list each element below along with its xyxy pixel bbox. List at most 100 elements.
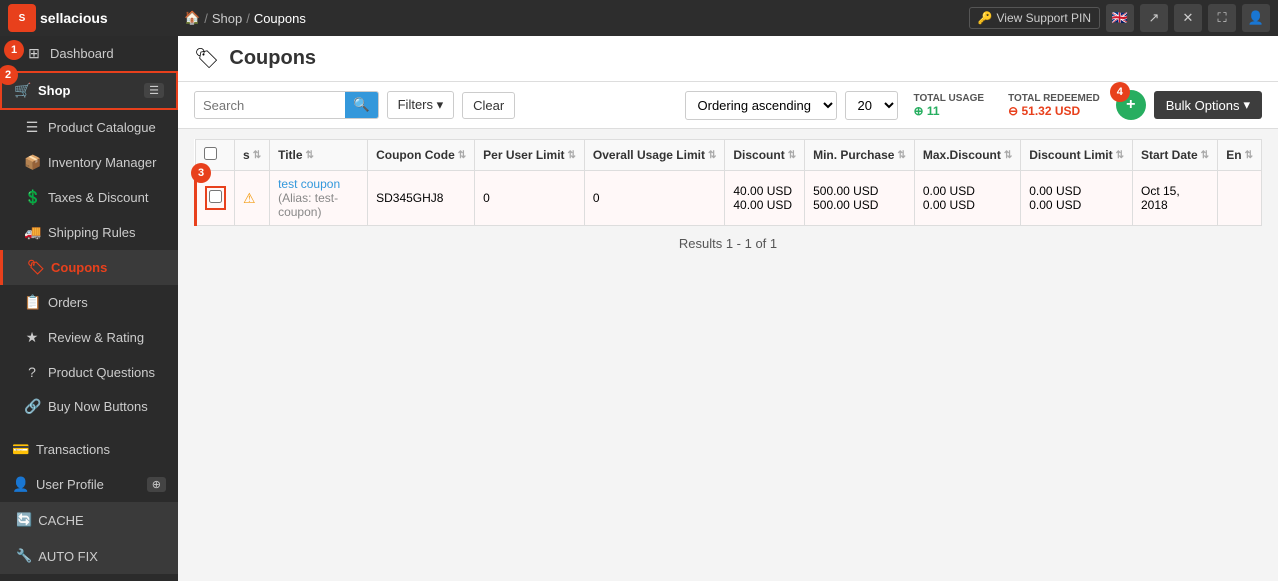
th-coupon-code[interactable]: Coupon Code⇅ [368,140,475,171]
max-discount-line1: 0.00 USD [923,184,1012,198]
total-usage-value: ⊕ 11 [914,104,985,118]
min-purchase-line2: 500.00 USD [813,198,906,212]
th-status[interactable]: s⇅ [235,140,270,171]
sidebar-item-product-questions[interactable]: ? Product Questions [0,355,178,389]
flag-icon[interactable]: 🇬🇧 [1106,4,1134,32]
ordering-dropdown[interactable]: Ordering ascending [685,91,837,120]
support-pin-label: View Support PIN [997,11,1092,25]
td-coupon-code: SD345GHJ8 [368,171,475,226]
th-discount[interactable]: Discount⇅ [725,140,805,171]
sidebar-item-taxes-discount[interactable]: 💲 Taxes & Discount [0,180,178,215]
product-catalogue-icon: ☰ [24,119,40,136]
page-size-dropdown[interactable]: 20 [845,91,898,120]
search-input[interactable] [195,93,345,118]
bulk-options-arrow: ▾ [1243,97,1250,113]
sidebar-item-inventory-manager[interactable]: 📦 Inventory Manager [0,145,178,180]
toolbar: 🔍 Filters ▾ Clear Ordering ascending 20 [178,82,1278,129]
sidebar-review-label: Review & Rating [48,330,144,345]
filters-button[interactable]: Filters ▾ [387,91,455,119]
sidebar-coupons-label: Coupons [51,260,107,275]
cache-label: CACHE [38,513,84,528]
top-nav-right: 🔑 View Support PIN 🇬🇧 ↗ ✕ ⛶ 👤 [969,4,1270,32]
sidebar-item-orders[interactable]: 📋 Orders [0,285,178,320]
td-overall-usage-limit: 0 [584,171,724,226]
sidebar-item-shop[interactable]: 2 🛒 Shop ☰ [0,71,178,110]
sidebar-item-review-rating[interactable]: ★ Review & Rating [0,320,178,355]
transactions-icon: 💳 [12,441,28,458]
sidebar-item-product-catalogue[interactable]: ☰ Product Catalogue [0,110,178,145]
search-button[interactable]: 🔍 [345,92,378,118]
th-title[interactable]: Title⇅ [270,140,368,171]
th-end-date[interactable]: En⇅ [1218,140,1262,171]
sidebar-item-dashboard[interactable]: 1 ⊞ Dashboard [0,36,178,71]
support-pin-button[interactable]: 🔑 View Support PIN [969,7,1100,29]
sidebar-item-user-profile[interactable]: 👤 User Profile ⊕ [0,467,178,502]
th-discount-limit[interactable]: Discount Limit⇅ [1021,140,1133,171]
logo-letter: S [19,13,26,24]
coupon-title: test coupon [278,177,340,191]
td-checkbox[interactable]: 3 [196,171,235,226]
max-discount-line2: 0.00 USD [923,198,1012,212]
td-max-discount: 0.00 USD 0.00 USD [914,171,1020,226]
taxes-icon: 💲 [24,189,40,206]
shipping-icon: 🚚 [24,224,40,241]
top-navigation: S sellacious 🏠 / Shop / Coupons 🔑 View S… [0,0,1278,36]
settings-icon[interactable]: ✕ [1174,4,1202,32]
sidebar-transactions-label: Transactions [36,442,110,457]
dashboard-icon: ⊞ [26,45,42,62]
total-redeemed: TOTAL REDEEMED ⊖ 51.32 USD [1000,93,1108,118]
td-discount-limit: 0.00 USD 0.00 USD [1021,171,1133,226]
ordering-select: Ordering ascending [685,91,837,120]
clear-button[interactable]: Clear [462,92,515,119]
select-all-checkbox[interactable] [204,147,217,160]
sidebar-item-transactions[interactable]: 💳 Transactions [0,432,178,467]
cache-button[interactable]: 🔄 CACHE [0,502,178,538]
sidebar-item-buy-now-buttons[interactable]: 🔗 Buy Now Buttons [0,389,178,424]
th-min-purchase[interactable]: Min. Purchase⇅ [805,140,915,171]
th-start-date[interactable]: Start Date⇅ [1132,140,1217,171]
sidebar-item-documentation[interactable]: 📄 DOCUMENTATION [0,574,178,581]
sidebar-shipping-label: Shipping Rules [48,225,135,240]
filters-wrapper: Filters ▾ [387,91,455,119]
total-redeemed-label: TOTAL REDEEMED [1008,93,1100,104]
user-profile-badge: ⊕ [147,477,166,492]
th-overall-usage-limit[interactable]: Overall Usage Limit⇅ [584,140,724,171]
logo-text: sellacious [40,10,108,26]
badge-1: 1 [4,40,24,60]
th-max-discount[interactable]: Max.Discount⇅ [914,140,1020,171]
td-min-purchase: 500.00 USD 500.00 USD [805,171,915,226]
external-link-icon[interactable]: ↗ [1140,4,1168,32]
autofix-icon: 🔧 [16,548,32,564]
sidebar-item-coupons[interactable]: 🏷 Coupons [0,250,178,285]
expand-icon[interactable]: ⛶ [1208,4,1236,32]
orders-icon: 📋 [24,294,40,311]
autofix-button[interactable]: 🔧 AUTO FIX [0,538,178,574]
filters-label: Filters [398,97,433,112]
badge-4: 4 [1110,82,1130,102]
table-header-row: s⇅ Title⇅ Coupon Code⇅ Per User Limit⇅ O… [196,140,1262,171]
user-icon[interactable]: 👤 [1242,4,1270,32]
table-row: 3 ⚠ test coupon (Alias: test-coupon) SD3… [196,171,1262,226]
total-redeemed-value: ⊖ 51.32 USD [1008,104,1100,118]
sidebar-item-shipping-rules[interactable]: 🚚 Shipping Rules [0,215,178,250]
td-title: test coupon (Alias: test-coupon) [270,171,368,226]
warning-icon: ⚠ [243,190,256,206]
coupon-link[interactable]: test coupon [278,177,340,191]
user-profile-icon: 👤 [12,476,28,493]
badge-3: 3 [191,163,211,183]
breadcrumb-coupons: Coupons [254,11,306,26]
discount-line1: 40.00 USD [733,184,796,198]
total-usage-label: TOTAL USAGE [914,93,985,104]
bulk-options-label: Bulk Options [1166,98,1240,113]
add-btn-wrapper: 4 + [1116,90,1146,120]
breadcrumb-shop[interactable]: Shop [212,11,242,26]
home-icon[interactable]: 🏠 [184,10,200,26]
main-content: 🏷 Coupons 🔍 Filters ▾ Clear Ordering asc… [178,36,1278,581]
th-per-user-limit[interactable]: Per User Limit⇅ [475,140,585,171]
row-checkbox[interactable] [209,190,222,203]
page-header: 🏷 Coupons [178,36,1278,82]
logo: S sellacious [8,4,178,32]
td-discount: 40.00 USD 40.00 USD [725,171,805,226]
logo-icon: S [8,4,36,32]
bulk-options-button[interactable]: Bulk Options ▾ [1154,91,1262,119]
